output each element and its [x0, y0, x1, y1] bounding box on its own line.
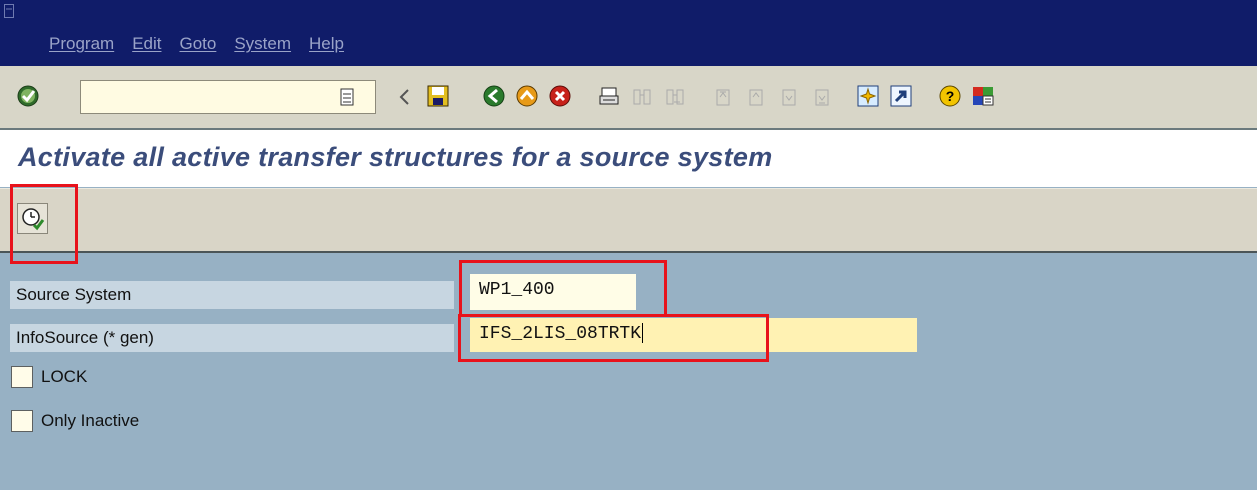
only-inactive-checkbox[interactable]: [11, 410, 33, 432]
highlight-source-system: [459, 260, 667, 317]
lock-label: LOCK: [41, 367, 88, 386]
print-icon[interactable]: [596, 84, 622, 110]
menu-bar: Program Edit Goto System Help: [0, 0, 1257, 66]
menu-goto[interactable]: Goto: [179, 34, 216, 54]
find-next-icon[interactable]: [662, 84, 688, 110]
lock-checkbox[interactable]: [11, 366, 33, 388]
shortcut-icon[interactable]: [888, 83, 914, 109]
page-title: Activate all active transfer structures …: [18, 142, 773, 172]
save-icon[interactable]: [425, 83, 451, 109]
menu-list: Program Edit Goto System Help: [49, 34, 362, 54]
first-page-icon[interactable]: [710, 84, 736, 110]
create-session-icon[interactable]: [855, 83, 881, 109]
cancel-icon[interactable]: [547, 83, 573, 109]
back-icon[interactable]: [481, 83, 507, 109]
last-page-icon[interactable]: [809, 84, 835, 110]
menu-system[interactable]: System: [234, 34, 291, 54]
next-page-icon[interactable]: [776, 84, 802, 110]
highlight-execute: [10, 184, 78, 264]
customize-layout-icon[interactable]: [970, 83, 996, 109]
infosource-label-bg: InfoSource (* gen): [10, 324, 454, 352]
menu-edit[interactable]: Edit: [132, 34, 161, 54]
menu-program[interactable]: Program: [49, 34, 114, 54]
command-field-dropdown-icon[interactable]: [334, 84, 360, 110]
infosource-label: InfoSource (* gen): [16, 328, 154, 347]
exit-icon[interactable]: [514, 83, 540, 109]
highlight-infosource: [458, 314, 769, 362]
only-inactive-label: Only Inactive: [41, 411, 140, 430]
command-field[interactable]: [80, 80, 376, 114]
previous-page-icon[interactable]: [743, 84, 769, 110]
menu-help[interactable]: Help: [309, 34, 344, 54]
source-system-label-bg: Source System: [10, 281, 454, 309]
svg-text:?: ?: [946, 88, 955, 104]
help-icon[interactable]: ?: [937, 83, 963, 109]
system-menu-icon[interactable]: [4, 4, 14, 18]
back-arrow-icon[interactable]: [392, 84, 418, 110]
application-toolbar: [0, 188, 1257, 253]
source-system-label: Source System: [16, 285, 132, 304]
find-icon[interactable]: [629, 84, 655, 110]
enter-icon[interactable]: [15, 83, 41, 109]
